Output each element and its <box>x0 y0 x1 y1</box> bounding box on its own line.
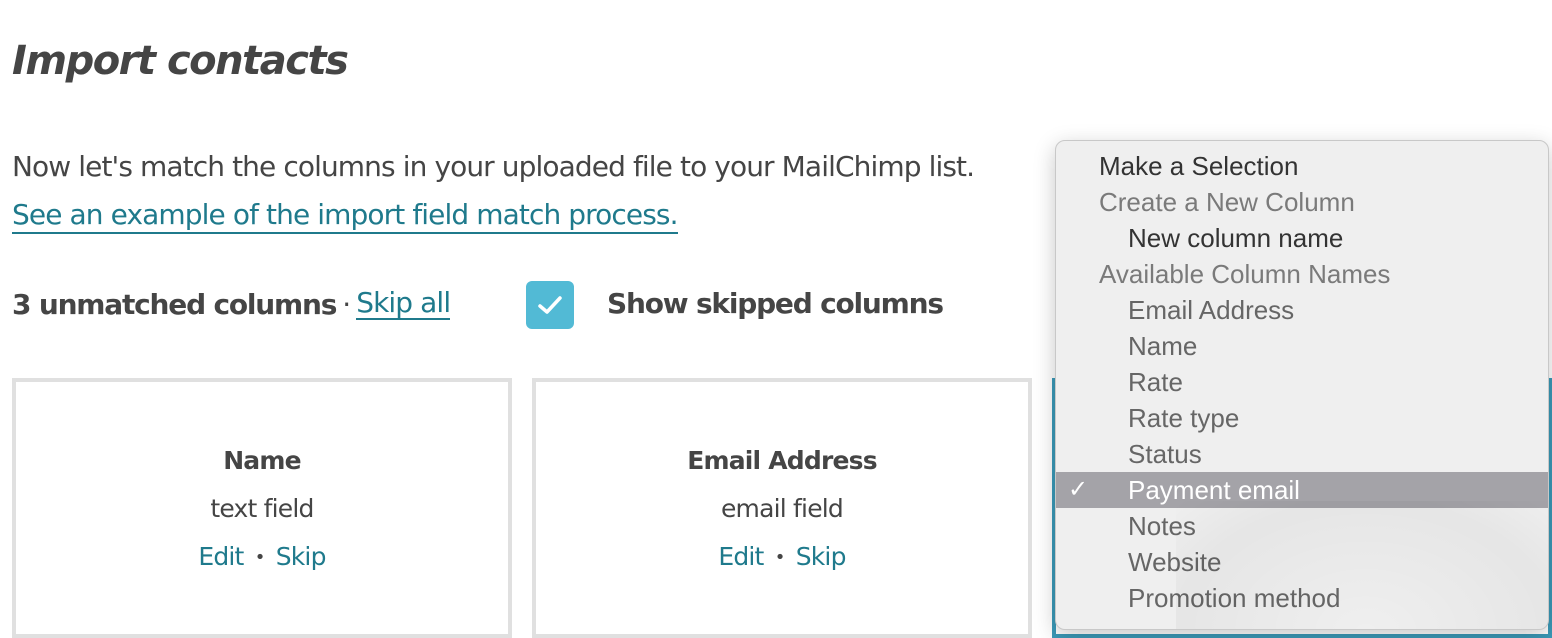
skip-link[interactable]: Skip <box>276 542 327 571</box>
option-name[interactable]: Name <box>1056 328 1548 364</box>
show-skipped-checkbox[interactable] <box>526 281 574 329</box>
column-card-name: Name text field Edit • Skip <box>12 378 512 638</box>
column-type: text field <box>210 494 314 523</box>
optgroup-create-new-column: Create a New Column <box>1099 187 1355 217</box>
option-email-address[interactable]: Email Address <box>1056 292 1548 328</box>
unmatched-status-row: 3 unmatched columns · Skip all <box>12 282 451 326</box>
intro-text: Now let's match the columns in your uplo… <box>12 150 975 183</box>
show-skipped-label: Show skipped columns <box>607 287 944 320</box>
unmatched-count: 3 unmatched columns <box>12 287 337 321</box>
option-rate-type[interactable]: Rate type <box>1056 400 1548 436</box>
option-make-a-selection[interactable]: Make a Selection <box>1056 148 1548 184</box>
checkmark-icon <box>538 296 562 314</box>
option-website[interactable]: Website <box>1056 544 1548 580</box>
column-type: email field <box>720 494 844 523</box>
column-name: Name <box>223 446 301 475</box>
skip-link[interactable]: Skip <box>796 542 847 571</box>
column-select-dropdown[interactable]: Make a Selection Create a New Column New… <box>1055 140 1549 630</box>
option-status[interactable]: Status <box>1056 436 1548 472</box>
check-icon: ✓ <box>1067 476 1089 503</box>
column-actions: Edit • Skip <box>16 542 508 571</box>
bullet-separator: • <box>254 547 266 568</box>
column-actions: Edit • Skip <box>536 542 1028 571</box>
page-title: Import contacts <box>12 38 349 84</box>
example-link[interactable]: See an example of the import field match… <box>12 198 679 234</box>
option-payment-email[interactable]: ✓ Payment email <box>1056 472 1548 508</box>
column-name: Email Address <box>687 446 877 475</box>
edit-link[interactable]: Edit <box>718 542 764 571</box>
option-rate[interactable]: Rate <box>1056 364 1548 400</box>
separator-dot: · <box>342 287 351 321</box>
edit-link[interactable]: Edit <box>198 542 244 571</box>
option-new-column-name[interactable]: New column name <box>1056 220 1548 256</box>
optgroup-available-column-names: Available Column Names <box>1099 259 1391 289</box>
option-notes[interactable]: Notes <box>1056 508 1548 544</box>
column-card-email: Email Address email field Edit • Skip <box>532 378 1032 638</box>
option-promotion-method[interactable]: Promotion method <box>1056 580 1548 616</box>
option-label: Payment email <box>1128 475 1300 505</box>
skip-all-link[interactable]: Skip all <box>356 287 451 321</box>
intro-section: Now let's match the columns in your uplo… <box>12 143 975 239</box>
bullet-separator: • <box>774 547 786 568</box>
